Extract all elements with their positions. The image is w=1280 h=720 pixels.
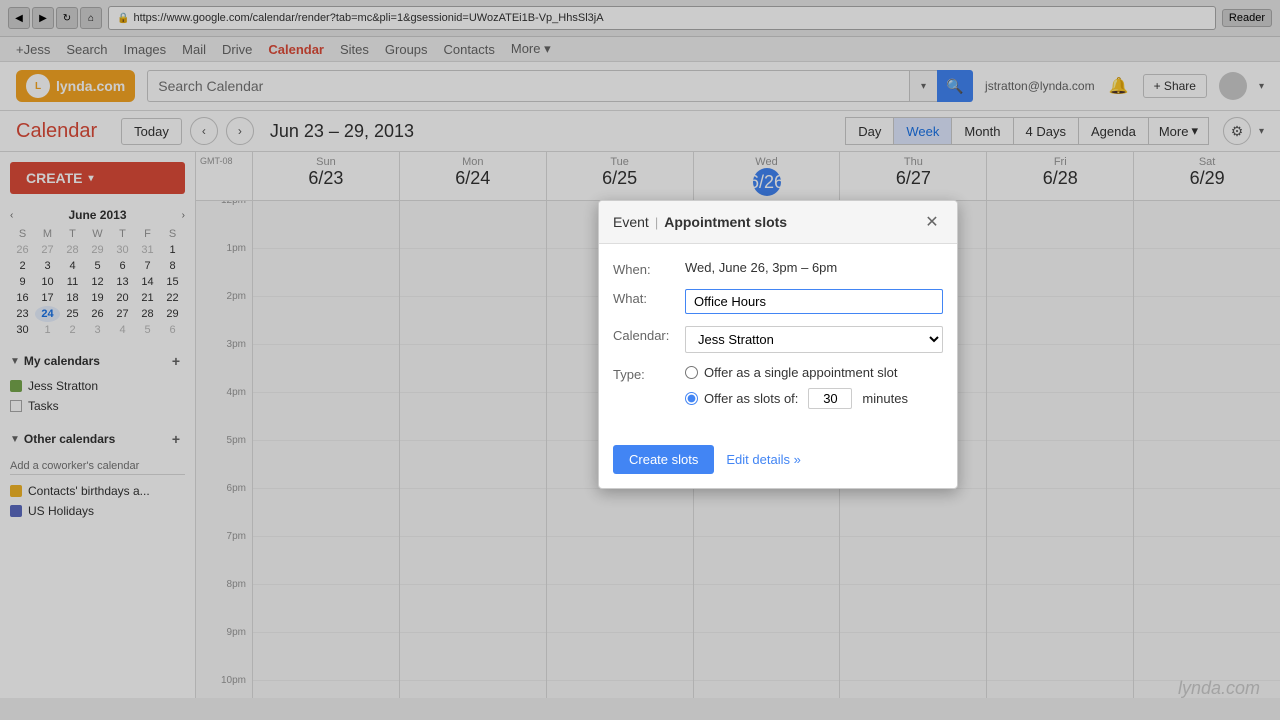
single-slot-option[interactable]: Offer as a single appointment slot [685,365,908,380]
slots-of-label: Offer as slots of: [704,391,798,406]
slots-of-radio[interactable] [685,392,698,405]
single-slot-label: Offer as a single appointment slot [704,365,897,380]
calendar-label: Calendar: [613,326,685,343]
calendar-row: Calendar: Jess Stratton [613,326,943,353]
what-label: What: [613,289,685,306]
create-slots-button[interactable]: Create slots [613,445,714,474]
modal-title-event: Event [613,214,649,230]
when-row: When: Wed, June 26, 3pm – 6pm [613,260,943,277]
modal-overlay: Event | Appointment slots ✕ When: Wed, J… [0,0,1280,720]
minutes-label: minutes [862,391,908,406]
modal-close-button[interactable]: ✕ [921,211,943,233]
what-row: What: [613,289,943,314]
type-radio-group: Offer as a single appointment slot Offer… [685,365,908,409]
modal-header: Event | Appointment slots ✕ [599,201,957,244]
slots-of-option[interactable]: Offer as slots of: minutes [685,388,908,409]
what-input[interactable] [685,289,943,314]
modal-body: When: Wed, June 26, 3pm – 6pm What: Cale… [599,244,957,437]
calendar-select[interactable]: Jess Stratton [685,326,943,353]
modal-title-separator: | [655,215,658,230]
when-value: Wed, June 26, 3pm – 6pm [685,260,943,275]
single-slot-radio[interactable] [685,366,698,379]
modal-title-type: Appointment slots [664,214,787,230]
appointment-slots-modal: Event | Appointment slots ✕ When: Wed, J… [598,200,958,489]
edit-details-link[interactable]: Edit details » [726,452,800,467]
type-row: Type: Offer as a single appointment slot… [613,365,943,409]
modal-footer: Create slots Edit details » [599,437,957,488]
type-label: Type: [613,365,685,382]
when-label: When: [613,260,685,277]
minutes-input[interactable] [808,388,852,409]
